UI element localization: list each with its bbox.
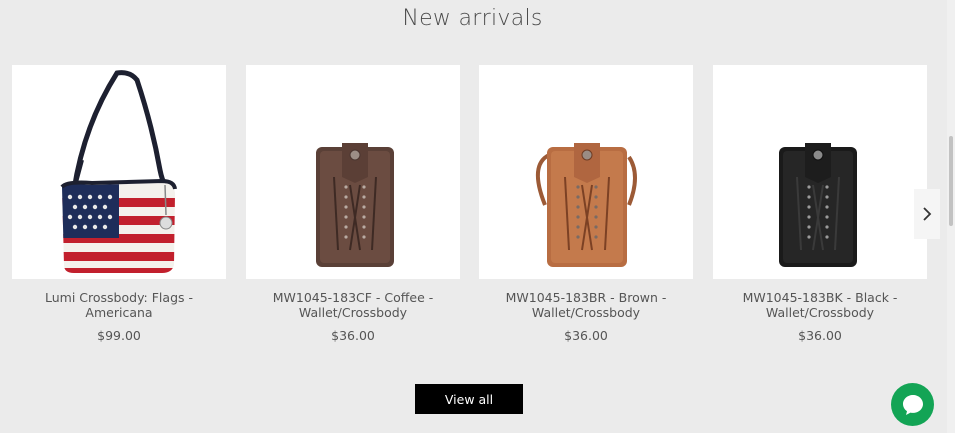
- brown-wallet-illustration: [536, 143, 637, 267]
- product-card[interactable]: MW1045-183BK - Black - Wallet/Crossbody …: [713, 65, 927, 343]
- carousel-next-button[interactable]: [914, 189, 940, 239]
- chat-button[interactable]: [891, 383, 934, 426]
- product-card[interactable]: MW1045-183CF - Coffee - Wallet/Crossbody…: [246, 65, 460, 343]
- section-title: New arrivals: [402, 6, 543, 31]
- coffee-wallet-illustration: [316, 143, 394, 267]
- product-price: $36.00: [331, 328, 375, 343]
- product-price: $36.00: [564, 328, 608, 343]
- product-price: $36.00: [798, 328, 842, 343]
- chat-bubble-icon: [902, 394, 923, 415]
- product-image[interactable]: [713, 65, 927, 279]
- black-wallet-illustration: [779, 143, 857, 267]
- product-name[interactable]: Lumi Crossbody: Flags - Americana: [12, 290, 226, 320]
- product-image[interactable]: [479, 65, 693, 279]
- scrollbar-thumb[interactable]: [949, 136, 953, 226]
- page-scrollbar[interactable]: [947, 0, 955, 433]
- product-name[interactable]: MW1045-183BR - Brown - Wallet/Crossbody: [479, 290, 693, 320]
- product-name[interactable]: MW1045-183BK - Black - Wallet/Crossbody: [713, 290, 927, 320]
- product-image[interactable]: [12, 65, 226, 279]
- product-card[interactable]: MW1045-183BR - Brown - Wallet/Crossbody …: [479, 65, 693, 343]
- flag-bag-illustration: [60, 70, 177, 273]
- chevron-right-icon: [923, 207, 932, 221]
- product-price: $99.00: [97, 328, 141, 343]
- product-card[interactable]: Lumi Crossbody: Flags - Americana $99.00: [12, 65, 226, 343]
- product-name[interactable]: MW1045-183CF - Coffee - Wallet/Crossbody: [246, 290, 460, 320]
- view-all-button[interactable]: View all: [415, 384, 523, 414]
- product-image[interactable]: [246, 65, 460, 279]
